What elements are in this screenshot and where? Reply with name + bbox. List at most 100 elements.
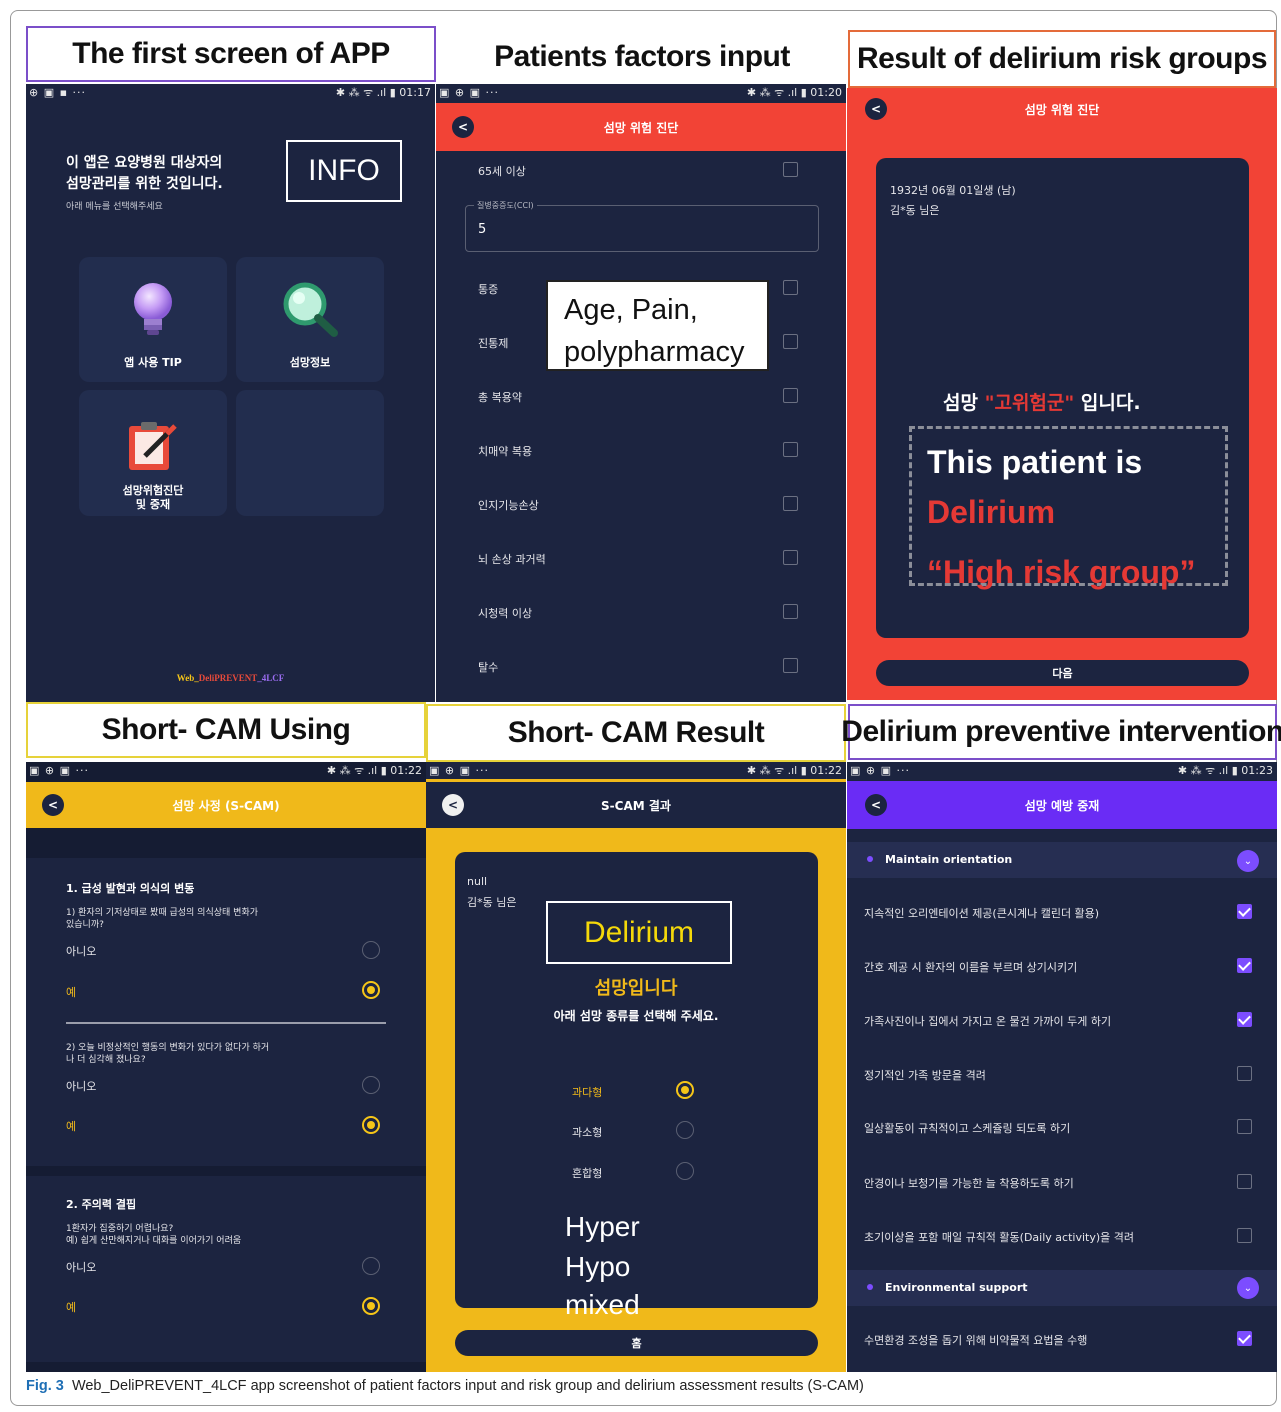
screen-patient-factors: ▣ ⊕ ▣ ··· ✱ ⁂ ᯤ .ıl ▮ 01:20 < 섬망 위험 진단 6… — [436, 84, 846, 702]
cci-label: 질병중증도(CCI) — [474, 200, 537, 211]
header-title: 섬망 위험 진단 — [1024, 102, 1100, 117]
checkbox-total-meds[interactable] — [783, 388, 798, 403]
intervention-checkbox-5[interactable] — [1237, 1119, 1252, 1134]
intervention-checkbox-6[interactable] — [1237, 1174, 1252, 1189]
instruction: 아래 섬망 종류를 선택해 주세요. — [553, 1009, 719, 1023]
label-patients-factors: Patients factors input — [438, 28, 846, 86]
status-icons-left: ▣ ⊕ ▣ ··· — [439, 86, 499, 99]
checkbox-cognitive[interactable] — [783, 496, 798, 511]
q3-no-label: 아니오 — [66, 1261, 97, 1274]
risk-result-group: "고위험군" — [984, 392, 1075, 414]
annotation-factors-line2: polypharmacy — [564, 336, 745, 368]
caption-prefix: Fig. 3 — [26, 1378, 64, 1394]
type-mixed-radio[interactable] — [676, 1162, 694, 1180]
type-hypo-radio[interactable] — [676, 1121, 694, 1139]
next-button[interactable]: 다음 — [876, 660, 1249, 686]
annotation-risk-line3: “High risk group” — [927, 554, 1196, 590]
back-button[interactable]: < — [865, 794, 887, 816]
checkbox-pain[interactable] — [783, 280, 798, 295]
cci-value: 5 — [478, 222, 487, 237]
null-text: null — [467, 875, 488, 888]
screen-intervention: ▣ ⊕ ▣ ··· ✱ ⁂ ᯤ .ıl ▮ 01:23 < 섬망 예방 중재 M… — [847, 762, 1277, 1372]
intervention-item-6: 안경이나 보청기를 가능한 늘 착용하도록 하기 — [864, 1177, 1074, 1190]
back-button[interactable]: < — [452, 116, 474, 138]
intervention-checkbox-4[interactable] — [1237, 1066, 1252, 1081]
intervention-item-5: 일상활동이 규칙적이고 스케쥴링 되도록 하기 — [864, 1122, 1071, 1135]
q1-line2: 있습니까? — [66, 920, 104, 930]
intervention-env-checkbox[interactable] — [1237, 1331, 1252, 1346]
header-title: 섬망 사정 (S-CAM) — [172, 798, 280, 813]
status-icons-left: ▣ ⊕ ▣ ··· — [850, 764, 910, 777]
status-time: 01:23 — [1241, 764, 1273, 777]
app-footer: Web_DeliPREVENT_4LCF — [26, 673, 435, 683]
item-vision-hearing: 시청력 이상 — [478, 607, 533, 620]
checkbox-age[interactable] — [783, 162, 798, 177]
header: < 섬망 사정 (S-CAM) — [26, 782, 426, 828]
intervention-item-4: 정기적인 가족 방문을 격려 — [864, 1069, 986, 1082]
intro-line1: 이 앱은 요양병원 대상자의 — [66, 155, 223, 171]
q1-yes-label: 예 — [66, 986, 77, 999]
label-first-screen: The first screen of APP — [26, 26, 436, 82]
header: < 섬망 위험 진단 — [847, 94, 1277, 124]
home-button[interactable]: 홈 — [455, 1330, 818, 1356]
q2-yes-label: 예 — [66, 1120, 77, 1133]
tile-delirium-info[interactable]: 섬망정보 — [236, 257, 384, 382]
tile-risk-diagnosis-label-2: 및 중재 — [135, 498, 171, 511]
status-icons-left: ▣ ⊕ ▣ ··· — [29, 764, 89, 777]
back-button[interactable]: < — [42, 794, 64, 816]
checkbox-vision-hearing[interactable] — [783, 604, 798, 619]
intervention-checkbox-2[interactable] — [1237, 958, 1252, 973]
section-environmental-support-title: Environmental support — [885, 1281, 1028, 1294]
tile-delirium-info-label: 섬망정보 — [289, 356, 331, 369]
annotation-box-delirium: Delirium — [546, 901, 732, 964]
status-icons-right: ✱ ⁂ ᯤ .ıl ▮ — [746, 764, 807, 777]
section2-title: 2. 주의력 결핍 — [66, 1198, 137, 1211]
q3-line2: 예) 쉽게 산만해지거나 대화를 이어가기 어려움 — [66, 1236, 242, 1246]
status-icons-left: ▣ ⊕ ▣ ··· — [429, 764, 489, 777]
status-bar: ▣ ⊕ ▣ ··· ✱ ⁂ ᯤ .ıl ▮ 01:22 — [426, 762, 846, 779]
q1-yes-radio[interactable] — [362, 981, 380, 999]
q1-no-radio[interactable] — [362, 941, 380, 959]
status-time: 01:22 — [390, 764, 422, 777]
item-total-meds: 총 복용약 — [478, 391, 522, 404]
back-button[interactable]: < — [442, 794, 464, 816]
q2-yes-radio[interactable] — [362, 1116, 380, 1134]
q3-yes-radio[interactable] — [362, 1297, 380, 1315]
bullet-icon — [867, 856, 873, 862]
item-pain: 통증 — [478, 283, 499, 296]
back-button[interactable]: < — [865, 98, 887, 120]
intervention-checkbox-1[interactable] — [1237, 904, 1252, 919]
annotation-hyper: Hyper — [565, 1211, 640, 1242]
status-bar: ▣ ⊕ ▣ ··· ✱ ⁂ ᯤ .ıl ▮ 01:20 — [436, 84, 846, 101]
item-analgesic: 진통제 — [478, 337, 509, 350]
chevron-down-icon[interactable]: ⌄ — [1237, 850, 1259, 872]
cci-field[interactable] — [465, 205, 819, 252]
item-age: 65세 이상 — [478, 165, 526, 178]
magnifier-icon — [283, 282, 338, 337]
footer-part-web: Web_ — [176, 673, 199, 683]
intervention-checkbox-3[interactable] — [1237, 1012, 1252, 1027]
annotation-mixed: mixed — [565, 1289, 640, 1320]
intervention-checkbox-7[interactable] — [1237, 1228, 1252, 1243]
screen-scam-result: ▣ ⊕ ▣ ··· ✱ ⁂ ᯤ .ıl ▮ 01:22 < S-CAM 결과 n… — [426, 762, 846, 1372]
checkbox-dehydration[interactable] — [783, 658, 798, 673]
footer-part-4lcf: _4LCF — [257, 673, 285, 683]
chevron-down-icon[interactable]: ⌄ — [1237, 1277, 1259, 1299]
annotation-risk-line2: Delirium — [927, 494, 1056, 530]
info-annotation: INFO — [308, 154, 380, 187]
intervention-item-2: 간호 제공 시 환자의 이름을 부르며 상기시키기 — [864, 961, 1078, 974]
checkbox-dementia-meds[interactable] — [783, 442, 798, 457]
checkbox-brain-injury[interactable] — [783, 550, 798, 565]
status-time: 01:20 — [810, 86, 842, 99]
type-hyper-radio[interactable] — [676, 1081, 694, 1099]
tile-risk-diagnosis[interactable]: 섬망위험진단 및 중재 — [79, 390, 227, 516]
intervention-item-1: 지속적인 오리엔테이션 제공(큰시계나 캘린더 활용) — [864, 907, 1100, 920]
q2-no-radio[interactable] — [362, 1076, 380, 1094]
tile-app-tip[interactable]: 앱 사용 TIP — [79, 257, 227, 382]
label-intervention: Delirium preventive intervention — [841, 704, 1281, 760]
screen-risk-result: < 섬망 위험 진단 1932년 06월 01일생 (남) 김*동 님은 섬망 … — [847, 88, 1277, 700]
status-icons-right: ✱ ⁂ ᯤ .ıl ▮ — [1177, 764, 1238, 777]
patient-dob: 1932년 06월 01일생 (남) — [890, 184, 1016, 197]
checkbox-analgesic[interactable] — [783, 334, 798, 349]
q3-no-radio[interactable] — [362, 1257, 380, 1275]
